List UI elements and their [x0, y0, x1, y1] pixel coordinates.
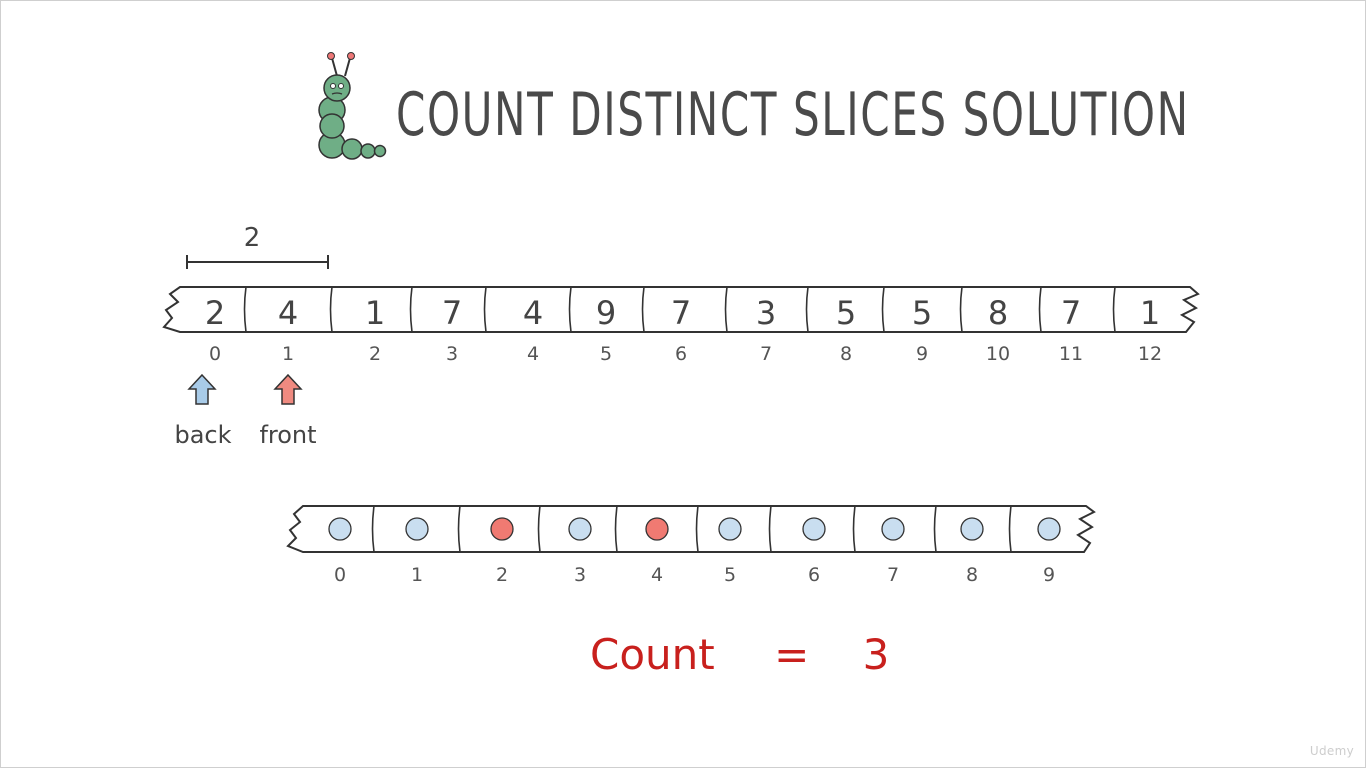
count-display: Count = 3 [590, 630, 889, 679]
seen-marker-empty [405, 517, 429, 541]
seen-index: 8 [966, 564, 978, 586]
array-value: 4 [523, 294, 543, 332]
seen-marker-empty [1037, 517, 1061, 541]
array-value: 8 [988, 294, 1008, 332]
seen-index: 3 [574, 564, 586, 586]
array-index: 12 [1138, 343, 1162, 365]
array-index: 8 [840, 343, 852, 365]
array-index: 7 [760, 343, 772, 365]
seen-index: 7 [887, 564, 899, 586]
array-value: 1 [1140, 294, 1160, 332]
seen-index: 1 [411, 564, 423, 586]
seen-marker-empty [568, 517, 592, 541]
array-index: 2 [369, 343, 381, 365]
count-equals: = [774, 630, 810, 679]
seen-index: 4 [651, 564, 663, 586]
array-value: 2 [205, 294, 225, 332]
array-index: 4 [527, 343, 539, 365]
back-pointer: back [174, 373, 232, 449]
seen-index: 6 [808, 564, 820, 586]
array-value: 9 [596, 294, 616, 332]
seen-index: 5 [724, 564, 736, 586]
array-index: 1 [282, 343, 294, 365]
back-arrow-icon [187, 373, 217, 405]
array-value: 3 [756, 294, 776, 332]
seen-index: 0 [334, 564, 346, 586]
array-value: 5 [912, 294, 932, 332]
array-index: 9 [916, 343, 928, 365]
seen-marker-empty [328, 517, 352, 541]
array-value: 4 [278, 294, 298, 332]
seen-marker-empty [802, 517, 826, 541]
count-label: Count [590, 630, 715, 679]
count-value: 3 [862, 630, 890, 679]
front-pointer: front [259, 373, 317, 449]
front-label: front [259, 421, 316, 449]
udemy-watermark: Udemy [1309, 744, 1354, 758]
back-label: back [174, 421, 231, 449]
array-index: 11 [1059, 343, 1083, 365]
array-index: 5 [600, 343, 612, 365]
array-index: 0 [209, 343, 221, 365]
array-index: 3 [446, 343, 458, 365]
seen-marker-empty [881, 517, 905, 541]
seen-marker-empty [718, 517, 742, 541]
array-index: 6 [675, 343, 687, 365]
seen-index: 9 [1043, 564, 1055, 586]
array-value: 1 [365, 294, 385, 332]
array-index: 10 [986, 343, 1010, 365]
seen-index: 2 [496, 564, 508, 586]
array-value: 5 [836, 294, 856, 332]
slice-bracket: 2 [186, 223, 329, 269]
array-value: 7 [442, 294, 462, 332]
slice-length-label: 2 [244, 223, 261, 253]
seen-marker-empty [960, 517, 984, 541]
array-value: 7 [671, 294, 691, 332]
seen-marker-filled [645, 517, 669, 541]
array-value: 7 [1061, 294, 1081, 332]
front-arrow-icon [273, 373, 303, 405]
seen-marker-filled [490, 517, 514, 541]
